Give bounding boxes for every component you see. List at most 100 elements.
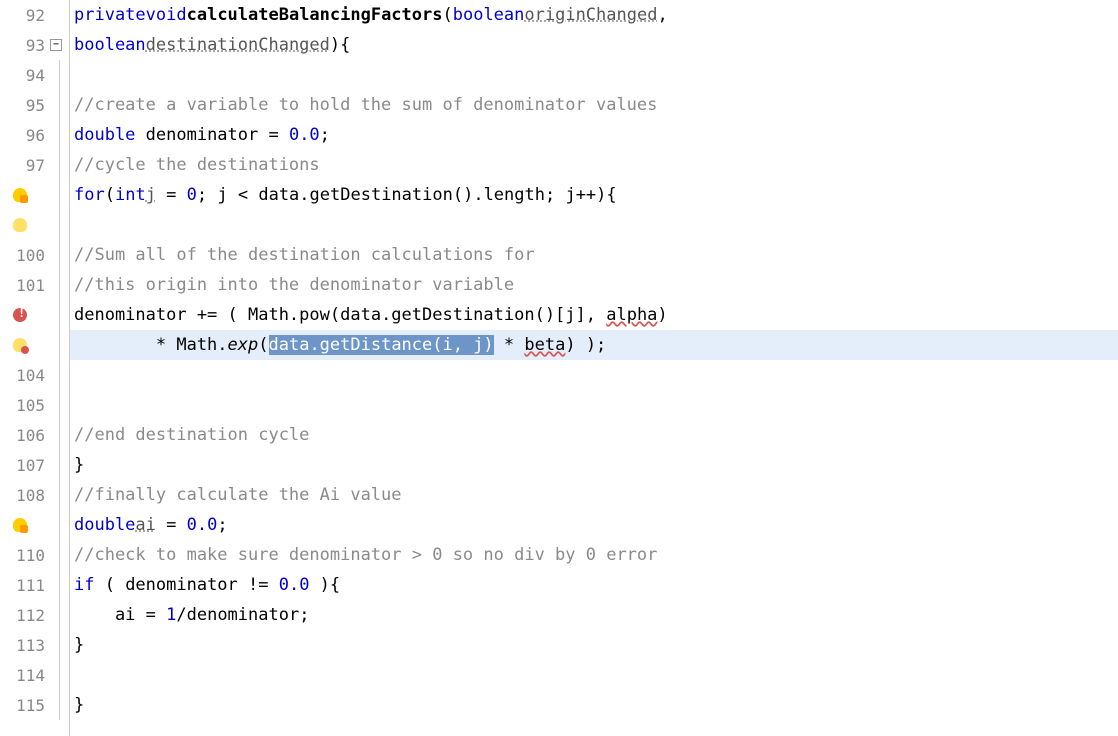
- code-text: =: [156, 185, 187, 205]
- gutter-row[interactable]: [0, 510, 69, 540]
- code-line[interactable]: }: [70, 690, 1118, 720]
- code-line[interactable]: for(int j = 0; j < data.getDestination()…: [70, 180, 1118, 210]
- code-line-current[interactable]: * Math.exp(data.getDistance(i, j) * beta…: [70, 330, 1118, 360]
- code-line[interactable]: [70, 210, 1118, 240]
- gutter-row: 110: [0, 540, 69, 570]
- line-number: 94: [26, 66, 45, 85]
- punct: ().: [453, 185, 484, 205]
- brace: }: [74, 455, 84, 475]
- code-line[interactable]: ai = 1/denominator;: [70, 600, 1118, 630]
- code-line[interactable]: double denominator = 0.0;: [70, 120, 1118, 150]
- comment: //cycle the destinations: [74, 155, 320, 175]
- field-data: data: [340, 305, 381, 325]
- code-text: j <: [217, 185, 258, 205]
- punct: ;: [217, 515, 227, 535]
- punct: (: [105, 185, 115, 205]
- gutter-row[interactable]: [0, 210, 69, 240]
- literal: 0: [187, 185, 197, 205]
- code-line[interactable]: if ( denominator != 0.0 ){: [70, 570, 1118, 600]
- method-call: getDestination: [310, 185, 453, 205]
- method-exp: exp: [228, 335, 259, 355]
- prop-length: length: [484, 185, 545, 205]
- code-line[interactable]: [70, 390, 1118, 420]
- gutter-row: 113: [0, 630, 69, 660]
- code-line[interactable]: //finally calculate the Ai value: [70, 480, 1118, 510]
- code-line[interactable]: //Sum all of the destination calculation…: [70, 240, 1118, 270]
- gutter-row: 111: [0, 570, 69, 600]
- keyword-double: double: [74, 515, 135, 535]
- error-alpha: alpha: [606, 305, 657, 325]
- code-line[interactable]: [70, 660, 1118, 690]
- brace: }: [74, 695, 84, 715]
- code-line[interactable]: }: [70, 630, 1118, 660]
- code-line[interactable]: boolean destinationChanged){: [70, 30, 1118, 60]
- method-name: calculateBalancingFactors: [187, 5, 443, 25]
- punct: (: [442, 5, 452, 25]
- keyword-if: if: [74, 575, 94, 595]
- punct: ) );: [565, 335, 606, 355]
- gutter-row: 93−: [0, 30, 69, 60]
- gutter-row: 112: [0, 600, 69, 630]
- fold-toggle-icon[interactable]: −: [50, 39, 62, 51]
- line-number: 111: [16, 576, 45, 595]
- literal: 0.0: [279, 575, 310, 595]
- warning-bulb-icon[interactable]: [13, 188, 27, 202]
- code-text: ai =: [74, 605, 166, 625]
- error-bulb-icon[interactable]: [13, 338, 27, 352]
- code-line[interactable]: double ai = 0.0;: [70, 510, 1118, 540]
- line-number: 114: [16, 666, 45, 685]
- keyword-for: for: [74, 185, 105, 205]
- code-editor[interactable]: private void calculateBalancingFactors(b…: [70, 0, 1118, 736]
- code-line[interactable]: denominator += ( Math.pow(data.getDestin…: [70, 300, 1118, 330]
- code-line[interactable]: private void calculateBalancingFactors(b…: [70, 0, 1118, 30]
- line-number: 92: [26, 6, 45, 25]
- line-number: 115: [16, 696, 45, 715]
- gutter-row: 101: [0, 270, 69, 300]
- code-text: denominator =: [135, 125, 289, 145]
- var-ai: ai: [135, 515, 155, 535]
- line-number: 101: [16, 276, 45, 295]
- comment: //create a variable to hold the sum of d…: [74, 95, 657, 115]
- error-icon[interactable]: [13, 308, 27, 322]
- gutter-row[interactable]: [0, 180, 69, 210]
- gutter-row: 115: [0, 690, 69, 720]
- gutter-row: 94: [0, 60, 69, 90]
- comment: //end destination cycle: [74, 425, 309, 445]
- literal: 0.0: [289, 125, 320, 145]
- line-number: 105: [16, 396, 45, 415]
- comment: //Sum all of the destination calculation…: [74, 245, 535, 265]
- code-line[interactable]: //create a variable to hold the sum of d…: [70, 90, 1118, 120]
- line-number: 113: [16, 636, 45, 655]
- code-line[interactable]: }: [70, 450, 1118, 480]
- code-line[interactable]: //this origin into the denominator varia…: [70, 270, 1118, 300]
- gutter-row: 106: [0, 420, 69, 450]
- gutter-row: 96: [0, 120, 69, 150]
- gutter-row: 105: [0, 390, 69, 420]
- code-line[interactable]: //check to make sure denominator > 0 so …: [70, 540, 1118, 570]
- code-line[interactable]: [70, 360, 1118, 390]
- keyword-boolean: boolean: [453, 5, 525, 25]
- line-number: 95: [26, 96, 45, 115]
- line-number: 112: [16, 606, 45, 625]
- warning-bulb-icon[interactable]: [13, 518, 27, 532]
- line-number: 110: [16, 546, 45, 565]
- code-text: denominator += ( Math.pow(: [74, 305, 340, 325]
- code-line[interactable]: [70, 60, 1118, 90]
- code-text: * Math.: [74, 335, 228, 355]
- punct: ){: [330, 35, 350, 55]
- gutter-row[interactable]: [0, 300, 69, 330]
- code-line[interactable]: //cycle the destinations: [70, 150, 1118, 180]
- line-number: 97: [26, 156, 45, 175]
- gutter-row: 100: [0, 240, 69, 270]
- param-destinationChanged: destinationChanged: [146, 35, 330, 55]
- code-line[interactable]: //end destination cycle: [70, 420, 1118, 450]
- line-number: 107: [16, 456, 45, 475]
- keyword-private: private: [74, 5, 146, 25]
- hint-bulb-icon[interactable]: [13, 218, 27, 232]
- punct: ){: [309, 575, 340, 595]
- field-data: data: [258, 185, 299, 205]
- selection[interactable]: data.getDistance(i, j): [269, 335, 494, 355]
- gutter-row[interactable]: [0, 330, 69, 360]
- code-text: ; j++){: [545, 185, 617, 205]
- code-text: /denominator;: [176, 605, 309, 625]
